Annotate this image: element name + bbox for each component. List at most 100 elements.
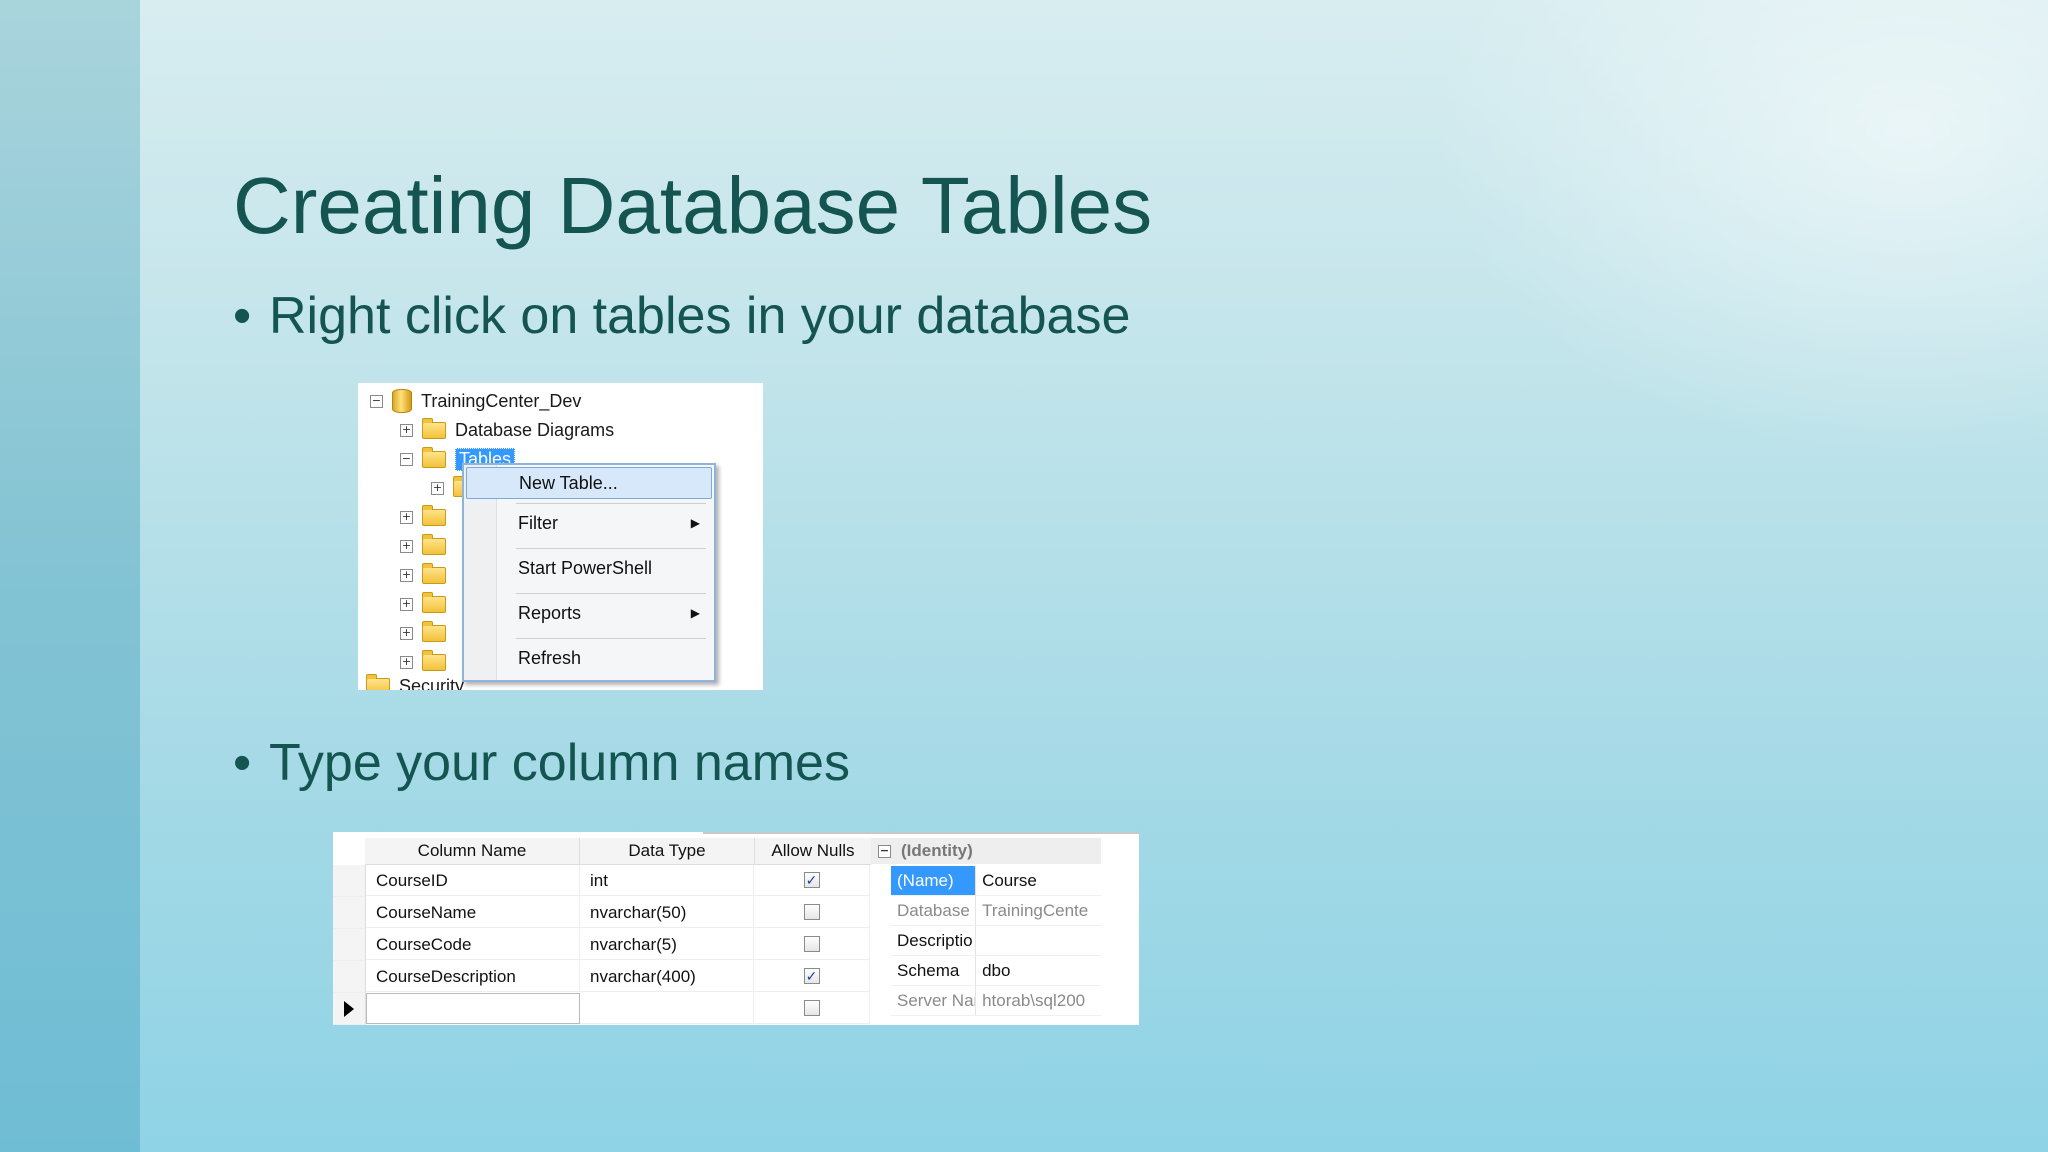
- table-row[interactable]: CourseID int ✓: [333, 864, 870, 897]
- cell-allow-nulls: [754, 993, 870, 1024]
- property-key: (Name): [891, 866, 977, 896]
- collapse-icon[interactable]: −: [878, 844, 891, 858]
- expand-icon[interactable]: +: [400, 423, 413, 437]
- panel-border: [703, 832, 1139, 834]
- tree-node-hidden-6[interactable]: +: [400, 649, 455, 675]
- tree-node-hidden-3[interactable]: +: [400, 562, 455, 588]
- property-key: Database I: [891, 896, 977, 926]
- folder-icon: [422, 504, 446, 526]
- header-data-type[interactable]: Data Type: [580, 838, 755, 864]
- tree-node-hidden-2[interactable]: +: [400, 533, 455, 559]
- menu-separator: [516, 548, 706, 549]
- row-selector[interactable]: [333, 928, 366, 961]
- cell-data-type-new[interactable]: [580, 993, 754, 1024]
- row-selector[interactable]: [333, 896, 366, 929]
- menu-separator: [516, 593, 706, 594]
- tree-node-hidden-5[interactable]: +: [400, 620, 455, 646]
- menu-item-start-powershell[interactable]: Start PowerShell: [466, 552, 712, 584]
- expand-icon[interactable]: +: [431, 481, 444, 495]
- allow-nulls-checkbox[interactable]: ✓: [803, 872, 820, 889]
- property-value[interactable]: dbo: [976, 956, 1101, 986]
- table-row[interactable]: CourseDescription nvarchar(400) ✓: [333, 960, 870, 993]
- table-row[interactable]: CourseCode nvarchar(5): [333, 928, 870, 961]
- cell-column-name-new[interactable]: [366, 993, 580, 1024]
- property-value[interactable]: [976, 926, 1101, 956]
- collapse-icon[interactable]: −: [370, 394, 383, 408]
- menu-item-new-table[interactable]: New Table...: [466, 467, 712, 499]
- folder-icon: [366, 673, 390, 690]
- cell-column-name[interactable]: CourseCode: [366, 929, 580, 960]
- security-label[interactable]: Security: [399, 676, 464, 691]
- database-icon: [392, 389, 412, 413]
- cell-allow-nulls: ✓: [754, 961, 870, 992]
- table-designer-screenshot: Column Name Data Type Allow Nulls Course…: [333, 832, 1139, 1025]
- allow-nulls-checkbox[interactable]: ✓: [803, 968, 820, 985]
- properties-category[interactable]: − (Identity): [871, 838, 1101, 864]
- table-row[interactable]: CourseName nvarchar(50): [333, 896, 870, 929]
- folder-icon: [422, 562, 446, 584]
- cell-data-type[interactable]: int: [580, 865, 754, 896]
- cell-column-name[interactable]: CourseName: [366, 897, 580, 928]
- grid-header: Column Name Data Type Allow Nulls: [365, 838, 872, 865]
- background-sheen: [1348, 0, 2048, 520]
- bullet-dot: •: [233, 287, 252, 345]
- tree-node-database[interactable]: − TrainingCenter_Dev: [370, 388, 581, 414]
- property-row-description[interactable]: Descriptio: [871, 926, 1101, 956]
- properties-panel: − (Identity) (Name) Course Database I Tr…: [871, 838, 1139, 1025]
- expand-icon[interactable]: +: [400, 626, 413, 640]
- cell-column-name[interactable]: CourseID: [366, 865, 580, 896]
- property-value: TrainingCente: [976, 896, 1101, 926]
- row-selector[interactable]: [333, 992, 366, 1025]
- context-menu: New Table... Filter ▶ Start PowerShell R…: [462, 463, 716, 682]
- cell-data-type[interactable]: nvarchar(5): [580, 929, 754, 960]
- tree-node-security[interactable]: Security: [366, 673, 464, 690]
- folder-icon: [422, 591, 446, 613]
- menu-separator: [516, 503, 706, 504]
- collapse-icon[interactable]: −: [400, 452, 413, 466]
- property-row-database[interactable]: Database I TrainingCente: [871, 896, 1101, 926]
- category-label: (Identity): [901, 841, 973, 860]
- property-row-schema[interactable]: Schema dbo: [871, 956, 1101, 986]
- expand-icon[interactable]: +: [400, 539, 413, 553]
- row-selector[interactable]: [333, 960, 366, 993]
- bullet-2-text: Type your column names: [269, 734, 850, 792]
- cell-column-name[interactable]: CourseDescription: [366, 961, 580, 992]
- cell-data-type[interactable]: nvarchar(400): [580, 961, 754, 992]
- menu-item-refresh[interactable]: Refresh: [466, 642, 712, 674]
- allow-nulls-checkbox[interactable]: [803, 1000, 820, 1016]
- row-selector[interactable]: [333, 864, 366, 897]
- folder-icon: [422, 620, 446, 642]
- property-key: Descriptio: [891, 926, 977, 956]
- expand-icon[interactable]: +: [400, 568, 413, 582]
- cell-data-type[interactable]: nvarchar(50): [580, 897, 754, 928]
- expand-icon[interactable]: +: [400, 510, 413, 524]
- allow-nulls-checkbox[interactable]: [803, 904, 820, 920]
- expand-icon[interactable]: +: [400, 655, 413, 669]
- property-value[interactable]: Course: [976, 866, 1101, 896]
- header-column-name[interactable]: Column Name: [365, 838, 580, 864]
- header-allow-nulls[interactable]: Allow Nulls: [755, 838, 872, 864]
- allow-nulls-checkbox[interactable]: [803, 936, 820, 952]
- table-row-new[interactable]: [333, 992, 870, 1025]
- expand-icon[interactable]: +: [400, 597, 413, 611]
- property-key: Schema: [891, 956, 977, 986]
- submenu-arrow-icon: ▶: [690, 606, 700, 620]
- menu-separator: [516, 638, 706, 639]
- bullet-1-text: Right click on tables in your database: [269, 287, 1131, 345]
- bullet-1: • Right click on tables in your database: [233, 286, 1130, 346]
- menu-item-filter[interactable]: Filter ▶: [466, 507, 712, 539]
- bullet-dot: •: [233, 734, 252, 792]
- folder-icon: [422, 417, 446, 439]
- slide-title: Creating Database Tables: [233, 161, 1153, 250]
- tree-node-hidden-1[interactable]: +: [400, 504, 455, 530]
- cell-allow-nulls: [754, 897, 870, 928]
- property-row-name[interactable]: (Name) Course: [871, 866, 1101, 896]
- submenu-arrow-icon: ▶: [690, 516, 700, 530]
- property-row-server-name[interactable]: Server Nar htorab\sql200: [871, 986, 1101, 1016]
- database-diagrams-label[interactable]: Database Diagrams: [455, 420, 614, 441]
- tree-node-hidden-4[interactable]: +: [400, 591, 455, 617]
- current-row-arrow-icon: [344, 1000, 354, 1017]
- tree-node-database-diagrams[interactable]: + Database Diagrams: [400, 417, 614, 443]
- menu-item-reports[interactable]: Reports ▶: [466, 597, 712, 629]
- database-label[interactable]: TrainingCenter_Dev: [421, 391, 581, 412]
